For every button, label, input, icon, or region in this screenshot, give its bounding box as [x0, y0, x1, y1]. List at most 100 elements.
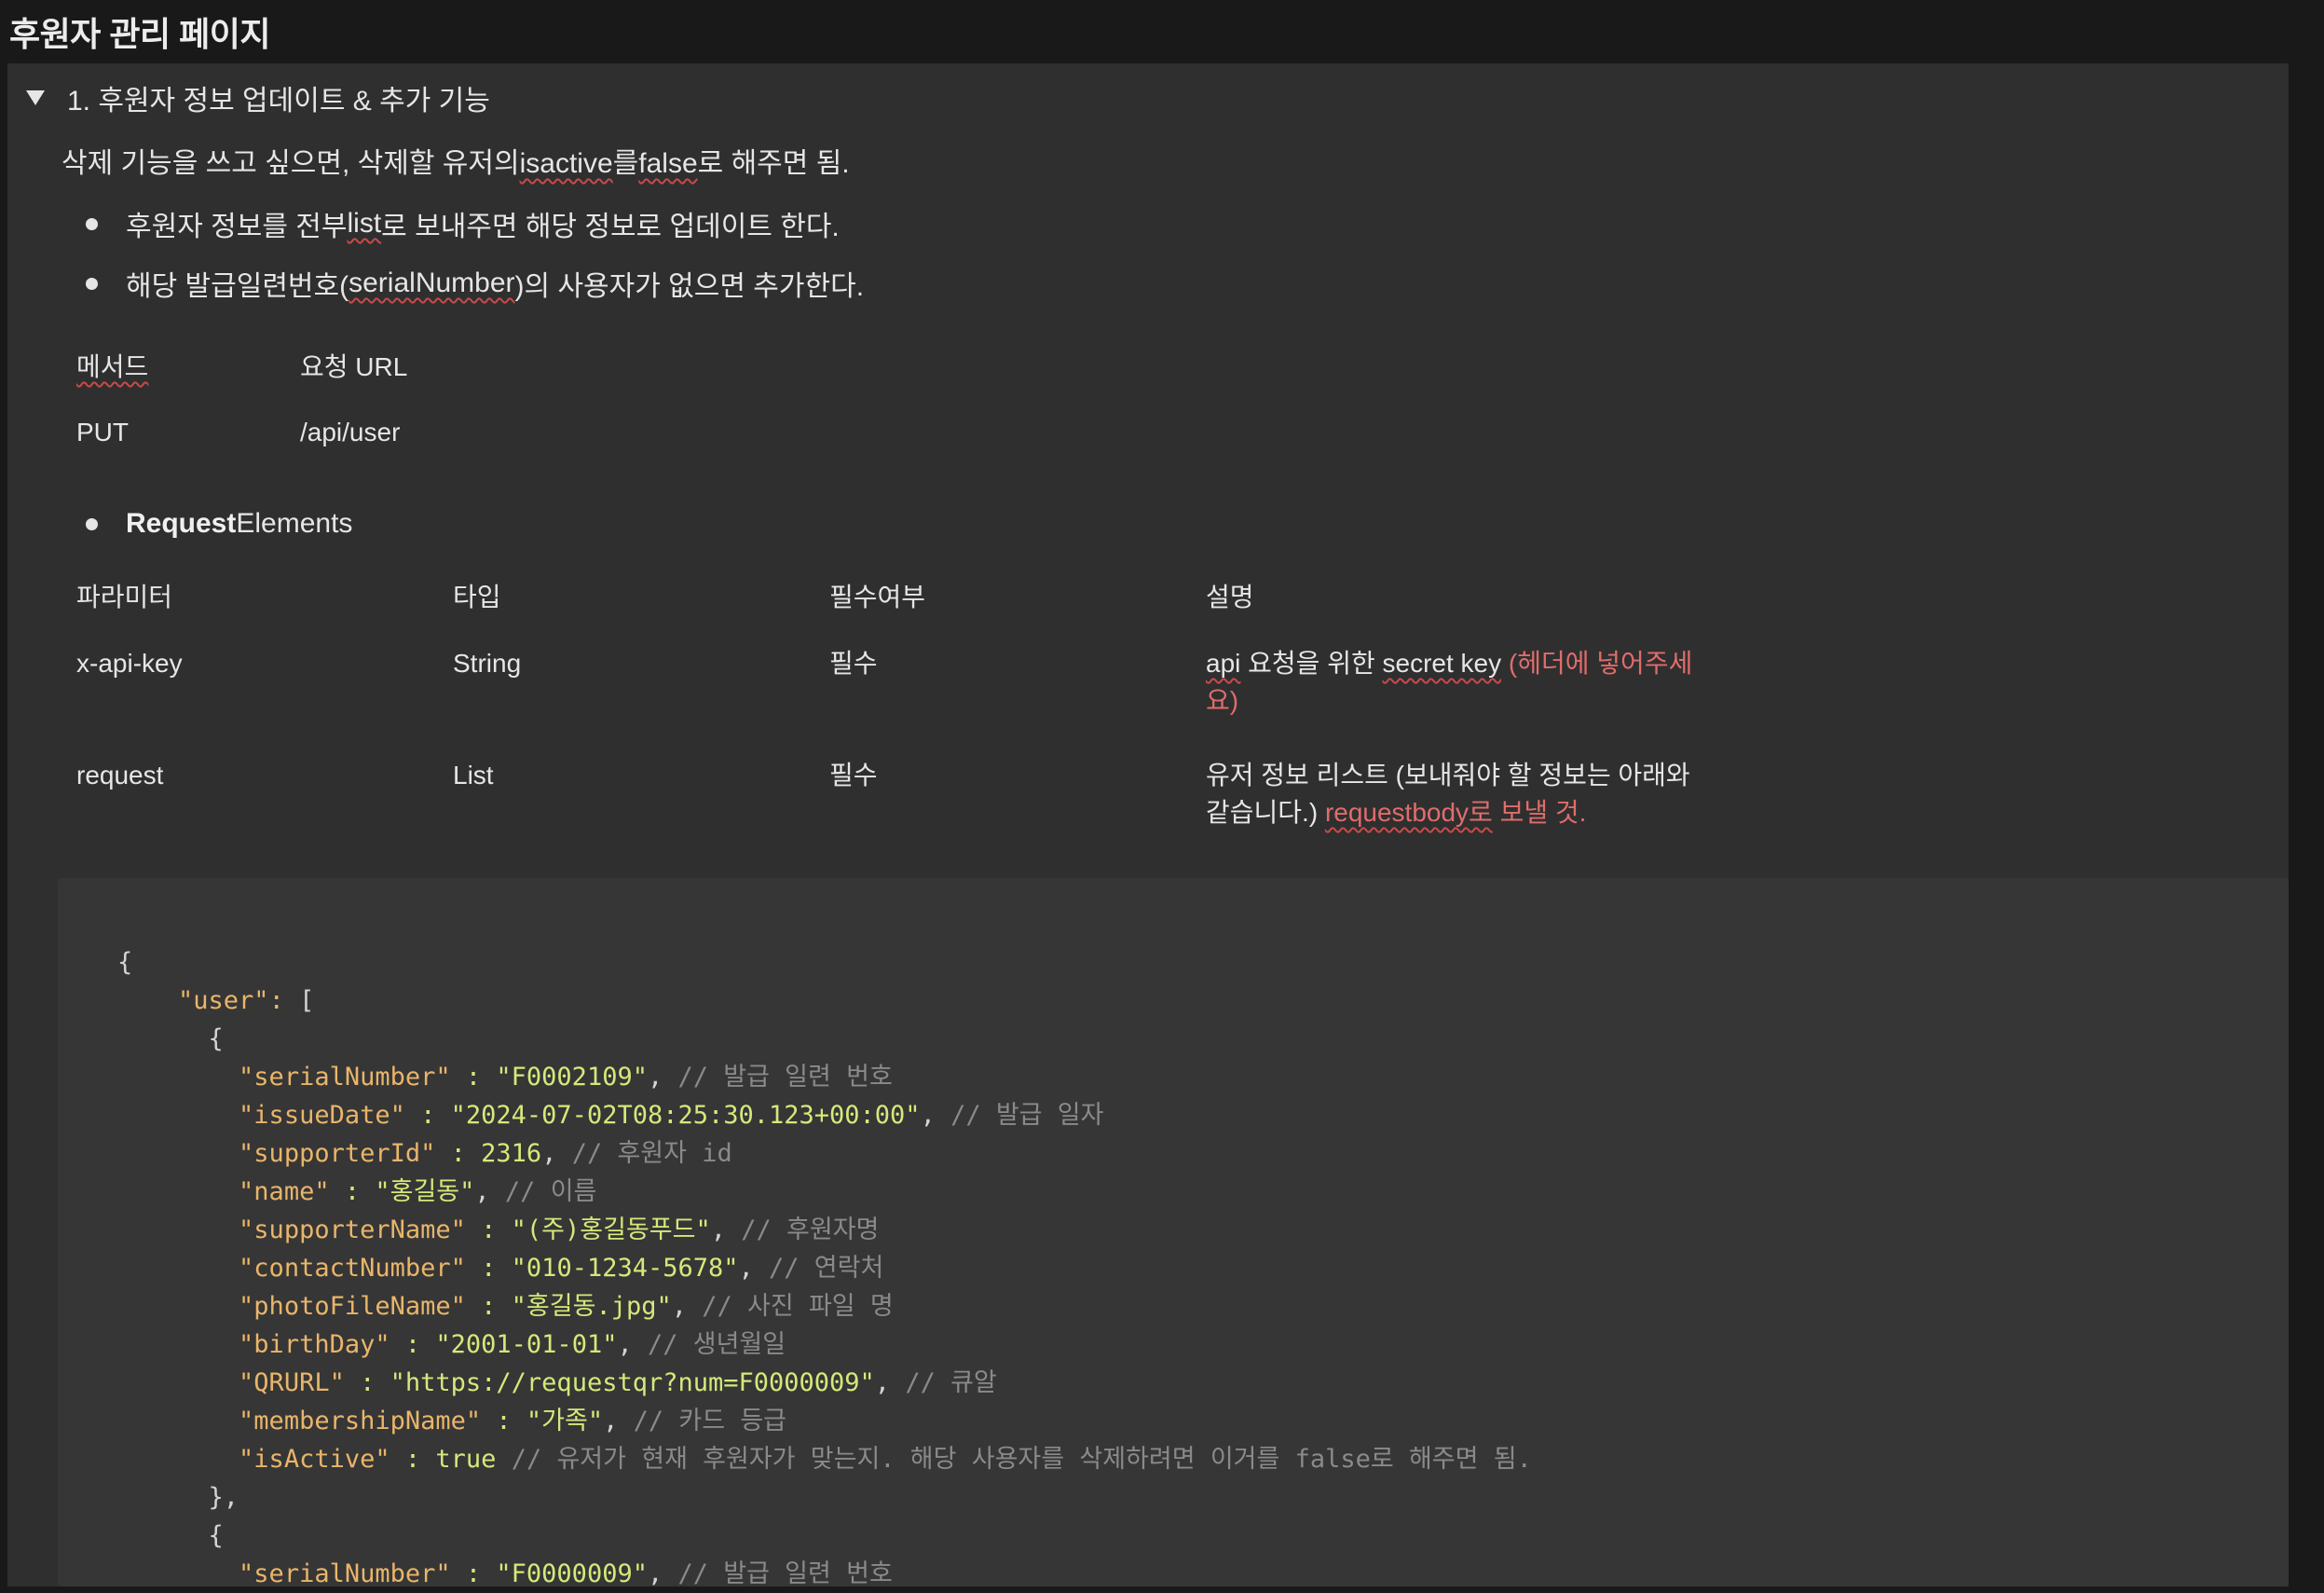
code-punctuation: , [541, 1139, 572, 1168]
header-parameter: 파라미터 [76, 583, 173, 611]
triangle-down-icon[interactable] [17, 79, 54, 117]
code-punctuation: , [920, 1101, 951, 1130]
toggle-title[interactable]: 1. 후원자 정보 업데이트 & 추가 기능 [67, 77, 490, 118]
code-line: "membershipName" : "가족", // 카드 등급 [117, 1407, 786, 1435]
code-key: "photoFileName" [239, 1292, 466, 1321]
code-value: "가족" [526, 1407, 604, 1435]
code-key: "membershipName" [239, 1407, 482, 1435]
cell-description: 유저 정보 리스트 (보내줘야 할 정보는 아래와 같습니다.) request… [1206, 757, 1709, 831]
table-header-row: 파라미터 타입 필수여부 설명 [62, 563, 2261, 632]
code-key: "birthDay" [239, 1330, 390, 1359]
cell-description: api 요청을 위한 secret key (헤더에 넣어주세요) [1206, 645, 1709, 720]
code-comment: // 큐알 [905, 1368, 997, 1397]
code-punctuation: { [208, 1521, 224, 1550]
code-punctuation: }, [208, 1483, 239, 1512]
code-line: "birthDay" : "2001-01-01", // 생년월일 [117, 1330, 786, 1359]
desc-red-note: 보낼 것. [1492, 798, 1587, 827]
code-comment: // 생년월일 [647, 1330, 786, 1359]
page-header: 후원자 관리 페이지 [0, 0, 2324, 63]
code-key: "user" [178, 986, 269, 1015]
table-row: 메서드 요청 URL [62, 332, 2261, 399]
request-bold-text: Request [126, 508, 237, 539]
code-separator: : [404, 1101, 451, 1130]
method-table: 메서드 요청 URL PUT /api/user [62, 332, 2261, 466]
code-separator: : [481, 1407, 526, 1435]
code-line: "name" : "홍길동", // 이름 [117, 1177, 596, 1206]
code-comment: // 카드 등급 [633, 1407, 787, 1435]
intro-isactive-word: isactive [519, 148, 613, 179]
code-comment: // 발급 일련 번호 [677, 1063, 893, 1092]
code-punctuation: { [208, 1024, 224, 1053]
header-description: 설명 [1206, 583, 1254, 611]
toggle-header[interactable]: 1. 후원자 정보 업데이트 & 추가 기능 [7, 75, 490, 121]
code-separator: : [465, 1215, 512, 1244]
intro-text-3: 로 해주면 됨. [697, 148, 850, 179]
request-elements-text: Elements [236, 508, 353, 539]
code-comment: // 연락처 [769, 1254, 884, 1283]
code-key: "supporterName" [239, 1215, 466, 1244]
code-value: true [435, 1445, 497, 1474]
code-punctuation: , [647, 1063, 678, 1092]
code-value: "F0002109" [496, 1063, 648, 1092]
method-header: 메서드 [76, 352, 149, 381]
code-value: "(주)홍길동푸드" [511, 1215, 711, 1244]
method-value: PUT [76, 418, 129, 446]
code-value: "https://requestqr?num=F0000009" [390, 1368, 875, 1397]
code-punctuation: , [474, 1177, 505, 1206]
desc-text: 요청을 위한 [1240, 649, 1383, 678]
table-row: PUT /api/user [62, 399, 2261, 466]
code-value: "홍길동.jpg" [511, 1292, 672, 1321]
bullet-text: 로 보내주면 해당 정보로 업데이트 한다. [381, 212, 840, 242]
code-separator: : [450, 1559, 497, 1588]
bullet-icon [86, 277, 98, 290]
code-value: "010-1234-5678" [511, 1254, 739, 1283]
code-value: "2001-01-01" [435, 1330, 618, 1359]
code-line: "QRURL" : "https://requestqr?num=F000000… [117, 1368, 997, 1397]
header-required: 필수여부 [829, 583, 926, 611]
code-separator: : [329, 1177, 376, 1206]
code-comment: // 이름 [504, 1177, 597, 1206]
code-punctuation: , [647, 1559, 678, 1588]
code-punctuation: , [617, 1330, 648, 1359]
code-line: "serialNumber" : "F0000009", // 발급 일련 번호 [117, 1559, 893, 1588]
code-punctuation: [ [299, 986, 315, 1015]
code-line: { [117, 1521, 224, 1550]
header-type: 타입 [453, 583, 501, 611]
bullet-text: 후원자 정보를 전부 [126, 212, 348, 242]
url-value: /api/user [300, 418, 401, 446]
code-line: { [117, 948, 132, 977]
code-line: "supporterId" : 2316, // 후원자 id [117, 1139, 732, 1168]
code-block[interactable]: { "user": [ { "serialNumber" : "F0002109… [58, 878, 2289, 1588]
code-separator: : [268, 986, 300, 1015]
code-punctuation: , [603, 1407, 634, 1435]
code-punctuation: , [710, 1215, 742, 1244]
code-comment: // 발급 일자 [950, 1101, 1104, 1130]
code-line: "issueDate" : "2024-07-02T08:25:30.123+0… [117, 1101, 1103, 1130]
code-value: "F0000009" [496, 1559, 648, 1588]
code-content[interactable]: { "user": [ { "serialNumber" : "F0002109… [117, 943, 1532, 1593]
code-key: "name" [239, 1177, 330, 1206]
parameter-table: 파라미터 타입 필수여부 설명 x-api-key String 필수 api … [62, 563, 2261, 856]
code-value: "홍길동" [375, 1177, 475, 1206]
url-header: 요청 URL [300, 352, 408, 381]
code-comment: // 후원자 id [571, 1139, 732, 1168]
code-key: "supporterId" [239, 1139, 436, 1168]
code-comment: // 유저가 현재 후원자가 맞는지. 해당 사용자를 삭제하려면 이거를 fa… [511, 1445, 1532, 1474]
intro-text-1: 삭제 기능을 쓰고 싶으면, 삭제할 유저의 [62, 148, 520, 179]
code-key: "serialNumber" [239, 1063, 451, 1092]
toggle-block: 1. 후원자 정보 업데이트 & 추가 기능 삭제 기능을 쓰고 싶으면, 삭제… [7, 63, 2289, 1588]
code-punctuation: , [874, 1368, 906, 1397]
code-line: "serialNumber" : "F0002109", // 발급 일련 번호 [117, 1063, 893, 1092]
code-comment: // 후원자명 [741, 1215, 880, 1244]
bullet-item-add: 해당 발급일련번호( serialNumber )의 사용자가 없으면 추가한다… [62, 254, 2261, 313]
code-key: "issueDate" [239, 1101, 405, 1130]
bullet-text: )의 사용자가 없으면 추가한다. [514, 271, 865, 302]
desc-secret-key: secret key [1382, 649, 1502, 678]
code-line: "isActive" : true // 유저가 현재 후원자가 맞는지. 해당… [117, 1445, 1532, 1474]
bullet-icon [86, 517, 98, 530]
code-key: "contactNumber" [239, 1254, 466, 1283]
cell-required: 필수 [829, 649, 878, 678]
cell-required: 필수 [829, 761, 878, 790]
intro-false-word: false [638, 148, 698, 179]
code-line: "supporterName" : "(주)홍길동푸드", // 후원자명 [117, 1215, 879, 1244]
